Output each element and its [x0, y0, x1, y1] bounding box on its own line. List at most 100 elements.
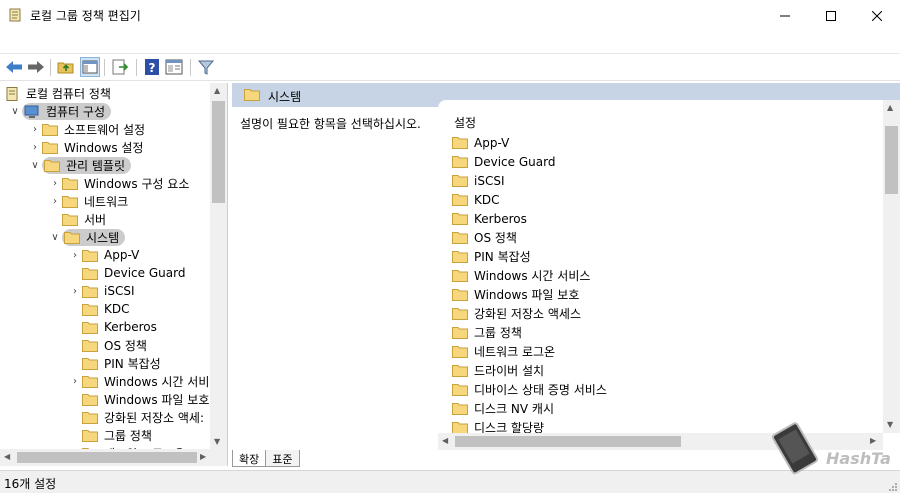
list-hscroll-thumb[interactable]	[455, 436, 681, 447]
folder-icon	[452, 212, 468, 225]
scroll-right-icon[interactable]: ▶	[200, 452, 206, 461]
tree-hscroll-thumb[interactable]	[17, 452, 197, 463]
list-item[interactable]: KDC	[452, 190, 500, 209]
tree-item-body[interactable]: 그룹 정책	[82, 427, 152, 444]
scroll-down-icon[interactable]: ▼	[214, 437, 220, 446]
chevron-right-icon[interactable]: ›	[68, 372, 82, 390]
folder-icon	[82, 249, 98, 262]
tree-item-body[interactable]: KDC	[82, 302, 130, 316]
list-item[interactable]: OS 정책	[452, 228, 517, 247]
tree-item-body[interactable]: App-V	[82, 248, 139, 262]
tree-item-body[interactable]: Windows 파일 보호	[82, 391, 209, 408]
tree-root[interactable]: 로컬 컴퓨터 정책	[4, 84, 111, 102]
tree-item-label: Windows 구성 요소	[84, 176, 190, 191]
tree-item-body[interactable]: Windows 시간 서비:	[82, 373, 213, 390]
tree-item-body[interactable]: Windows 구성 요소	[62, 175, 189, 192]
tree-item[interactable]: KDC	[68, 300, 130, 318]
tree-item-body[interactable]: OS 정책	[82, 337, 147, 354]
tree-item[interactable]: Device Guard	[68, 264, 185, 282]
tree-item[interactable]: 서버	[48, 210, 106, 228]
chevron-right-icon[interactable]: ›	[48, 174, 62, 192]
tree-item[interactable]: Windows 파일 보호	[68, 390, 209, 408]
export-list-icon[interactable]	[110, 57, 130, 77]
forward-arrow-icon[interactable]	[26, 57, 46, 77]
tree-item-body[interactable]: 소프트웨어 설정	[42, 121, 145, 138]
list-item[interactable]: App-V	[452, 133, 509, 152]
tree-item-body[interactable]: 시스템	[62, 228, 126, 246]
list-item[interactable]: 그룹 정책	[452, 323, 522, 342]
tree-item-body[interactable]: PIN 복잡성	[82, 355, 161, 372]
list-item[interactable]: Windows 파일 보호	[452, 285, 579, 304]
tree-item[interactable]: › Windows 시간 서비:	[68, 372, 213, 390]
tree-item[interactable]: 그룹 정책	[68, 426, 152, 444]
chevron-down-icon[interactable]: ∨	[48, 228, 62, 246]
tree-item[interactable]: › App-V	[68, 246, 139, 264]
filter-icon[interactable]	[196, 57, 216, 77]
tree-item[interactable]: › 네트워크	[48, 192, 128, 210]
up-folder-icon[interactable]	[56, 57, 76, 77]
column-header-setting[interactable]: 설정	[454, 114, 476, 131]
back-arrow-icon[interactable]	[4, 57, 24, 77]
list-item[interactable]: Device Guard	[452, 152, 555, 171]
tree-item[interactable]: › 소프트웨어 설정	[28, 120, 145, 138]
show-hide-tree-icon[interactable]	[80, 57, 100, 77]
tree-item-body[interactable]: 관리 템플릿	[42, 156, 132, 174]
tree-item[interactable]: Kerberos	[68, 318, 157, 336]
list-item[interactable]: iSCSI	[452, 171, 505, 190]
tree-item[interactable]: ∨ 시스템	[48, 228, 126, 246]
scroll-left-icon[interactable]: ◀	[4, 452, 10, 461]
tree-item-body[interactable]: iSCSI	[82, 284, 135, 298]
chevron-down-icon[interactable]: ∨	[8, 102, 22, 120]
tree-item[interactable]: › Windows 설정	[28, 138, 143, 156]
tree-vertical-scrollbar[interactable]: ▲ ▼	[210, 83, 227, 449]
properties-view-icon[interactable]	[164, 57, 184, 77]
tree-item-body[interactable]: 강화된 저장소 액세:	[82, 409, 204, 426]
list-item[interactable]: 강화된 저장소 액세스	[452, 304, 581, 323]
help-icon[interactable]: ?	[142, 57, 162, 77]
toolbar-separator	[104, 59, 105, 76]
chevron-right-icon[interactable]: ›	[68, 282, 82, 300]
tree-item[interactable]: 강화된 저장소 액세:	[68, 408, 204, 426]
tree-item[interactable]: › Windows 구성 요소	[48, 174, 189, 192]
scroll-up-icon[interactable]: ▲	[214, 86, 220, 95]
tree-item[interactable]: ∨ 관리 템플릿	[28, 156, 132, 174]
tree-scroll-thumb[interactable]	[212, 101, 225, 203]
tree-item[interactable]: OS 정책	[68, 336, 147, 354]
tree-item[interactable]: › iSCSI	[68, 282, 135, 300]
chevron-right-icon[interactable]: ›	[68, 246, 82, 264]
list-item[interactable]: PIN 복잡성	[452, 247, 531, 266]
list-item[interactable]: 디바이스 상태 증명 서비스	[452, 380, 607, 399]
tree-item-body[interactable]: 컴퓨터 구성	[22, 102, 112, 120]
folder-icon	[452, 345, 468, 358]
tab-extended[interactable]: 확장	[232, 450, 267, 467]
tree-item-body[interactable]: 네트워크	[62, 193, 128, 210]
tree-item-body[interactable]: 서버	[62, 211, 106, 228]
scroll-left-icon[interactable]: ◀	[442, 436, 448, 445]
list-item[interactable]: 네트워크 로그온	[452, 342, 555, 361]
list-item[interactable]: Kerberos	[452, 209, 527, 228]
list-scroll-thumb[interactable]	[885, 126, 898, 194]
tab-standard[interactable]: 표준	[265, 450, 300, 467]
list-item[interactable]: 드라이버 설치	[452, 361, 544, 380]
chevron-right-icon[interactable]: ›	[28, 120, 42, 138]
tree-horizontal-scrollbar[interactable]: ◀ ▶	[0, 449, 227, 466]
list-vertical-scrollbar[interactable]: ▲ ▼	[883, 100, 900, 433]
minimize-button[interactable]	[762, 0, 808, 31]
tree-item-label: Windows 시간 서비:	[104, 374, 214, 389]
list-item[interactable]: Windows 시간 서비스	[452, 266, 590, 285]
chevron-right-icon[interactable]: ›	[28, 138, 42, 156]
scroll-up-icon[interactable]: ▲	[887, 103, 893, 112]
computer-icon	[24, 105, 40, 118]
tree-item[interactable]: PIN 복잡성	[68, 354, 161, 372]
tree-item-body[interactable]: Kerberos	[82, 320, 157, 334]
chevron-down-icon[interactable]: ∨	[28, 156, 42, 174]
chevron-right-icon[interactable]: ›	[48, 192, 62, 210]
tree-item-body[interactable]: Windows 설정	[42, 139, 143, 156]
tree-item-label: Device Guard	[104, 266, 186, 280]
tree-item[interactable]: ∨ 컴퓨터 구성	[8, 102, 112, 120]
tree-item-label: 시스템	[86, 230, 120, 245]
maximize-button[interactable]	[808, 0, 854, 31]
tree-item-body[interactable]: Device Guard	[82, 266, 185, 280]
list-item[interactable]: 디스크 NV 캐시	[452, 399, 554, 418]
close-button[interactable]	[854, 0, 900, 31]
